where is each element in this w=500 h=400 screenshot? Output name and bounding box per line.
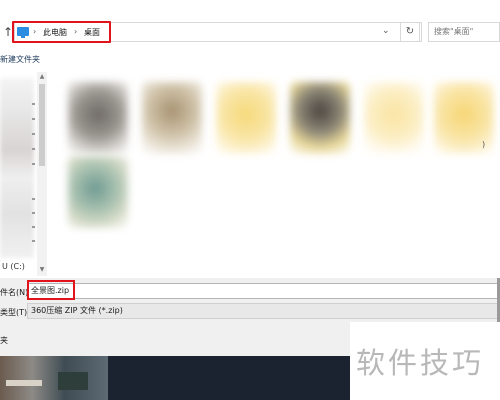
hide-folders-toggle[interactable]: 夹 — [0, 335, 8, 346]
file-thumbnail[interactable] — [68, 156, 128, 228]
background-photo-detail — [6, 380, 42, 386]
file-thumbnail[interactable] — [290, 82, 350, 154]
folder-thumbnail[interactable] — [216, 82, 276, 154]
nav-expand-marker — [32, 118, 35, 120]
background-photo-detail — [58, 372, 88, 390]
refresh-icon: ↻ — [405, 26, 415, 37]
watermark-text: 软件技巧 — [356, 346, 485, 380]
scroll-up-icon[interactable]: ▲ — [38, 73, 46, 80]
file-type-label: 类型(T): — [0, 308, 30, 317]
nav-item-drive-c[interactable]: U (C:) — [2, 262, 25, 271]
nav-expand-marker — [32, 148, 35, 150]
folder-thumbnail[interactable] — [364, 82, 424, 154]
address-highlight-box — [12, 21, 111, 43]
navigation-pane-content — [0, 78, 34, 258]
nav-expand-marker — [32, 226, 35, 228]
nav-scrollbar-thumb[interactable] — [39, 84, 45, 166]
nav-expand-marker — [32, 198, 35, 200]
search-input[interactable]: 搜索"桌面" — [428, 22, 500, 42]
chevron-down-icon[interactable]: ⌄ — [382, 26, 390, 36]
file-name-highlight-box — [27, 280, 75, 300]
background-photo — [0, 356, 108, 400]
nav-expand-marker — [32, 240, 35, 242]
truncated-label: ) — [482, 140, 486, 149]
nav-expand-marker — [32, 133, 35, 135]
nav-expand-marker — [32, 163, 35, 165]
file-thumbnail[interactable] — [142, 82, 202, 154]
nav-expand-marker — [32, 212, 35, 214]
file-name-input[interactable]: 全景图.zip — [27, 283, 500, 299]
dialog-footer — [0, 322, 350, 356]
file-thumbnail[interactable] — [68, 82, 128, 154]
scroll-down-icon[interactable]: ▼ — [38, 266, 46, 273]
new-folder-button[interactable]: 新建文件夹 — [0, 54, 40, 65]
refresh-button[interactable]: ↻ — [400, 22, 420, 42]
file-type-select[interactable]: 360压缩 ZIP 文件 (*.zip) — [27, 303, 500, 319]
nav-expand-marker — [32, 103, 35, 105]
file-list-area[interactable] — [56, 72, 500, 277]
